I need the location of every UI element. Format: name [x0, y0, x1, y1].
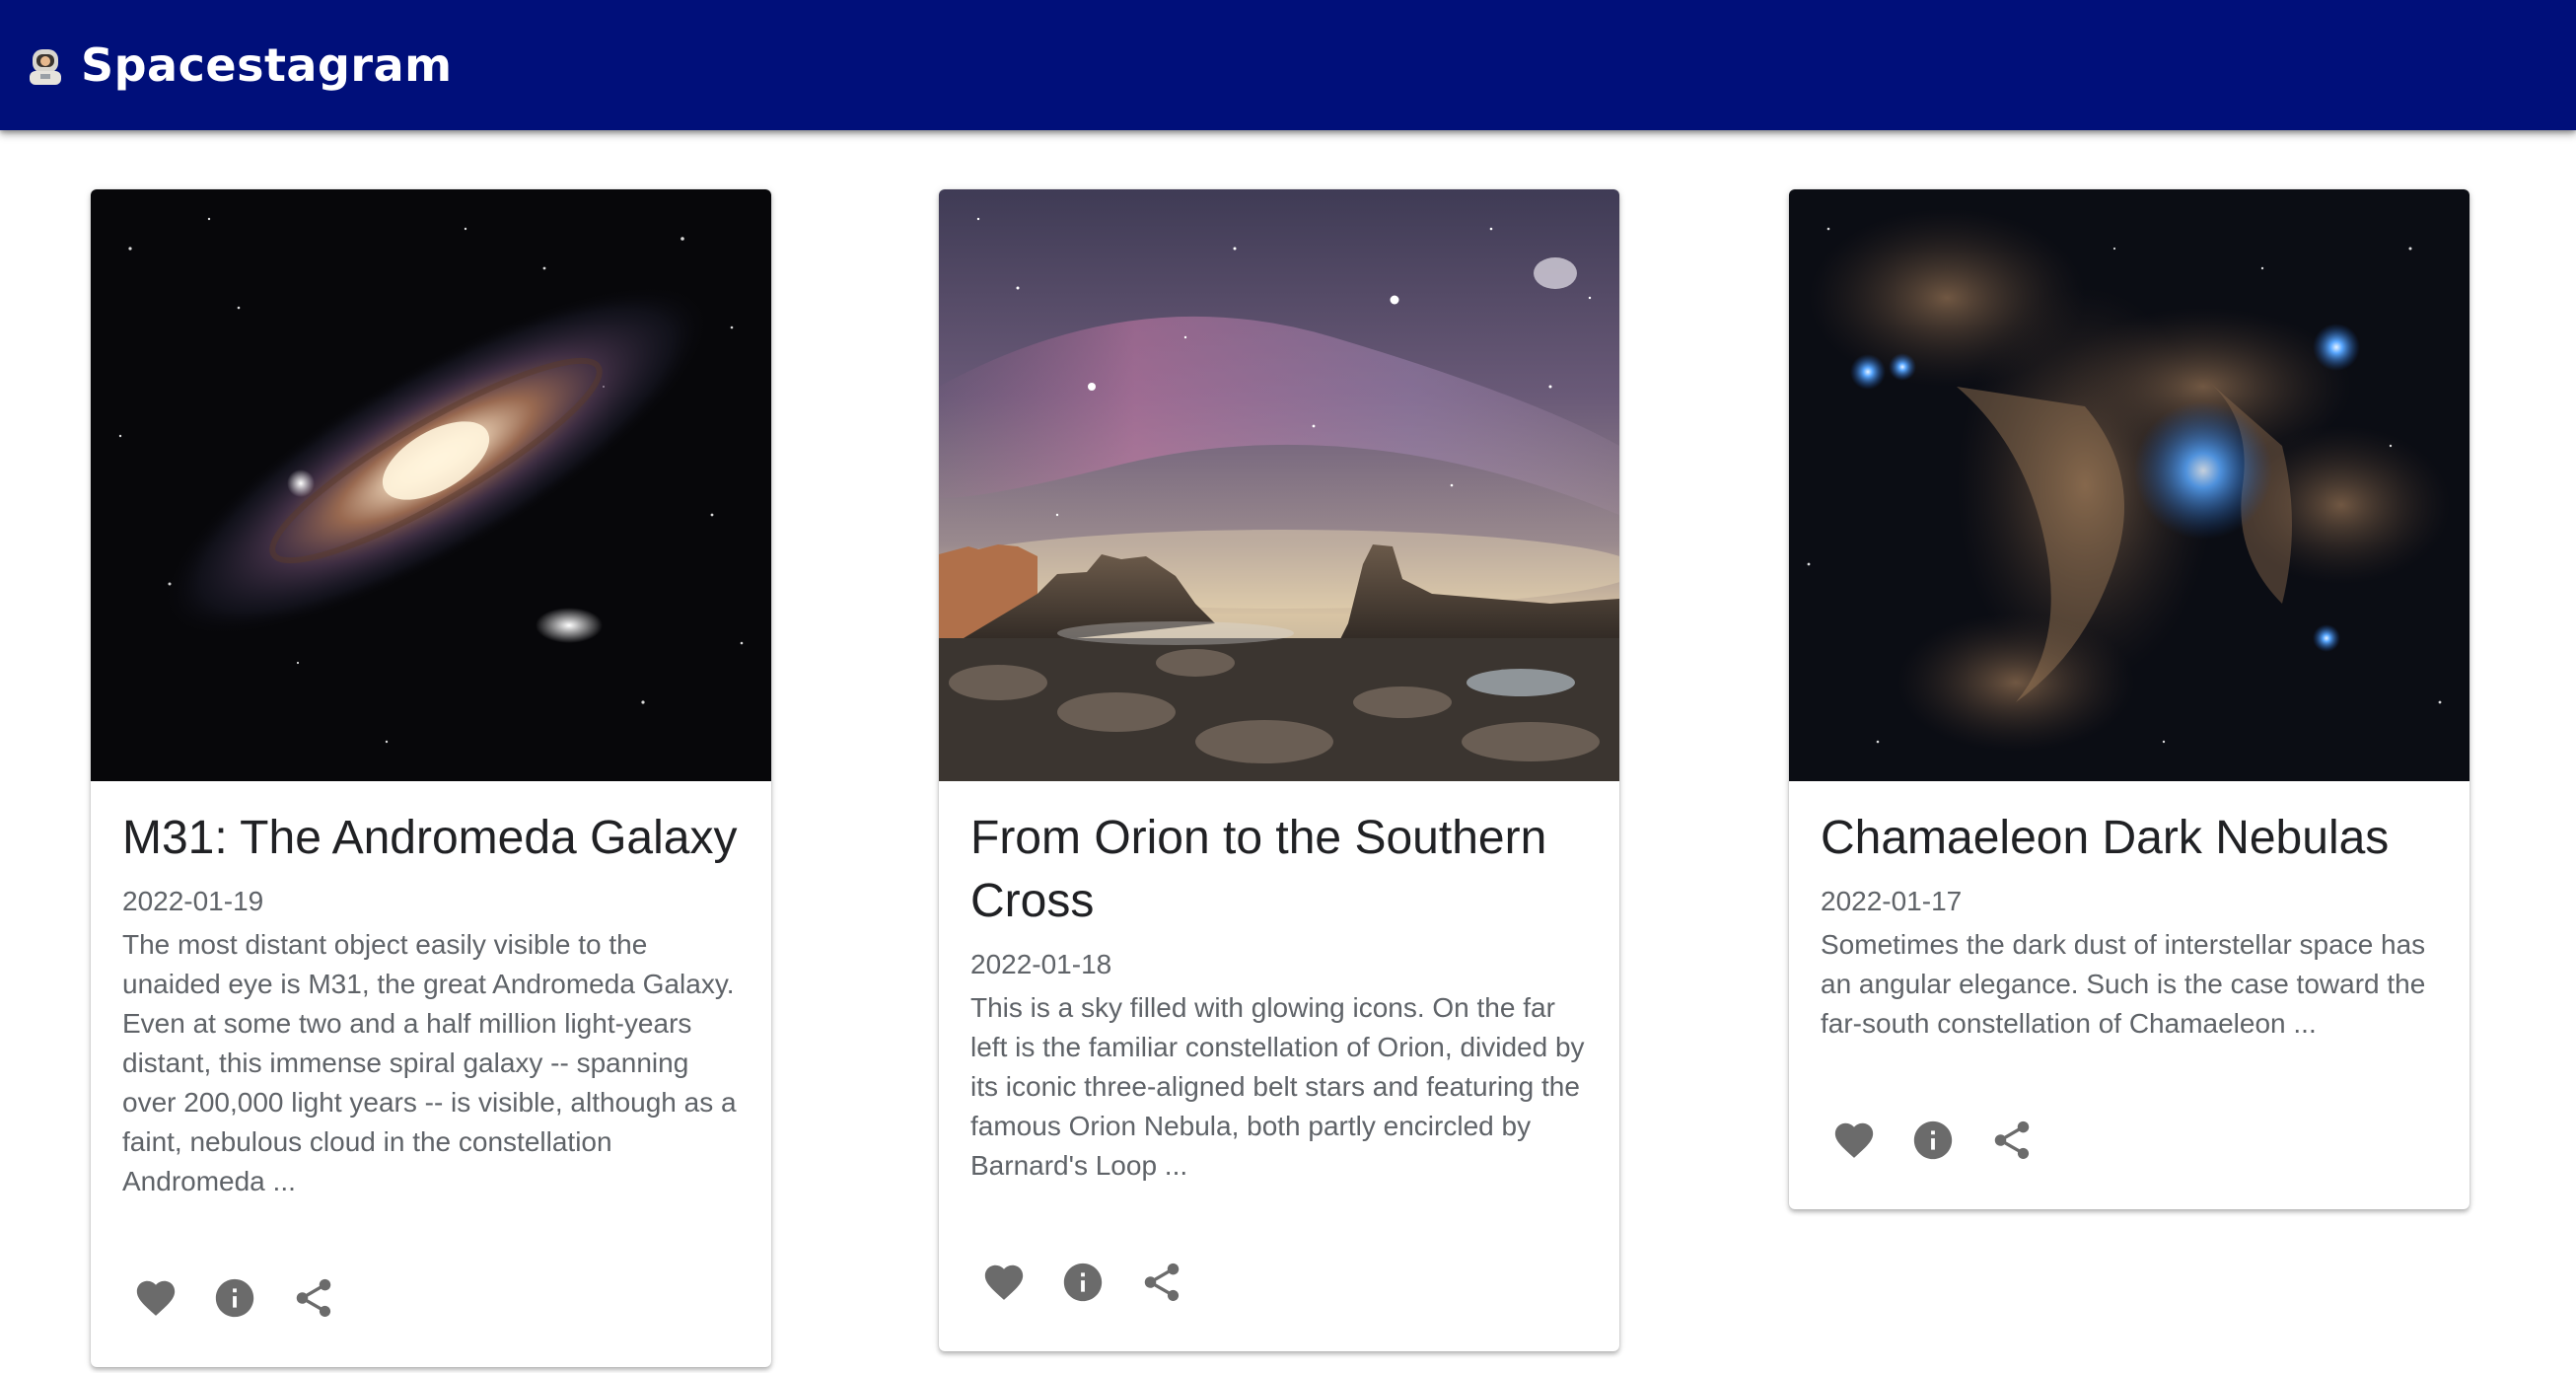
heart-icon	[984, 1265, 1024, 1300]
like-button[interactable]	[965, 1243, 1043, 1322]
card-image[interactable]	[91, 189, 771, 781]
card-description: The most distant object easily visible t…	[122, 929, 737, 1196]
info-button[interactable]	[1043, 1243, 1122, 1322]
astronaut-icon	[26, 45, 65, 85]
card-actions	[939, 1186, 1619, 1351]
post-card: Chamaeleon Dark Nebulas 2022-01-17 Somet…	[1789, 189, 2469, 1209]
info-button[interactable]	[195, 1259, 274, 1337]
card-image[interactable]	[1789, 189, 2469, 781]
card-description: Sometimes the dark dust of interstellar …	[1821, 929, 2426, 1039]
post-card: From Orion to the Southern Cross 2022-01…	[939, 189, 1619, 1351]
like-button[interactable]	[116, 1259, 195, 1337]
app-title: Spacestagram	[81, 38, 453, 92]
card-date: 2022-01-18	[970, 949, 1112, 979]
card-actions	[1789, 1044, 2469, 1209]
heart-icon	[136, 1280, 176, 1316]
info-icon	[1913, 1120, 1953, 1160]
app-bar: Spacestagram	[0, 0, 2576, 130]
card-title: From Orion to the Southern Cross	[970, 812, 1547, 927]
info-icon	[1063, 1263, 1103, 1302]
info-icon	[215, 1278, 254, 1318]
share-button[interactable]	[1972, 1101, 2051, 1180]
card-title: Chamaeleon Dark Nebulas	[1821, 812, 2390, 864]
share-icon	[1144, 1263, 1180, 1302]
post-card: M31: The Andromeda Galaxy 2022-01-19 The…	[91, 189, 771, 1367]
card-date: 2022-01-17	[1821, 886, 1963, 916]
card-image[interactable]	[939, 189, 1619, 781]
info-button[interactable]	[1894, 1101, 1972, 1180]
share-icon	[1994, 1120, 2030, 1160]
share-icon	[296, 1278, 331, 1318]
card-title: M31: The Andromeda Galaxy	[122, 812, 738, 864]
card-date: 2022-01-19	[122, 886, 264, 916]
heart-icon	[1834, 1122, 1874, 1158]
share-button[interactable]	[1122, 1243, 1201, 1322]
share-button[interactable]	[274, 1259, 353, 1337]
like-button[interactable]	[1815, 1101, 1894, 1180]
card-actions	[91, 1201, 771, 1367]
card-description: This is a sky filled with glowing icons.…	[970, 992, 1585, 1181]
